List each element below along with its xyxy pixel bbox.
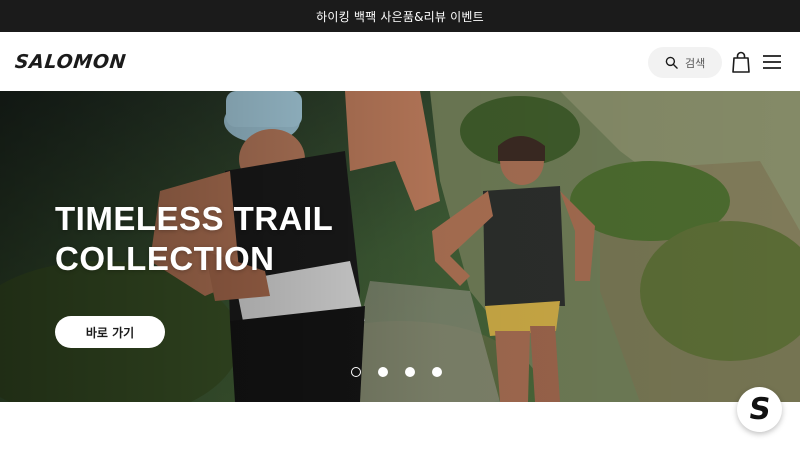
hero-cta-label[interactable]: 바로 가기 [86,324,134,341]
promo-banner[interactable]: 하이킹 백팩 사은품&리뷰 이벤트 [0,0,800,32]
carousel-pagination [351,367,442,377]
promo-text[interactable]: 하이킹 백팩 사은품&리뷰 이벤트 [316,8,484,25]
hero-carousel[interactable]: TIMELESS TRAIL COLLECTION 바로 가기 [0,91,800,402]
carousel-dot-3[interactable] [405,367,415,377]
carousel-dot-1[interactable] [351,367,361,377]
hamburger-menu-icon[interactable] [762,54,782,70]
carousel-dot-4[interactable] [432,367,442,377]
chat-button[interactable]: S [737,387,782,432]
logo-text[interactable]: SALOMON [14,51,127,73]
salomon-s-logo-icon: S [746,392,773,427]
hero-title: TIMELESS TRAIL COLLECTION [55,200,334,277]
hero-cta-button[interactable]: 바로 가기 [55,316,165,348]
search-label: 검색 [685,56,706,70]
search-button[interactable]: 검색 [648,47,722,78]
shopping-bag-icon[interactable] [731,51,751,73]
site-header: SALOMON 검색 [0,32,800,91]
search-icon [665,56,678,69]
salomon-logo[interactable]: SALOMON [14,49,127,75]
carousel-dot-2[interactable] [378,367,388,377]
